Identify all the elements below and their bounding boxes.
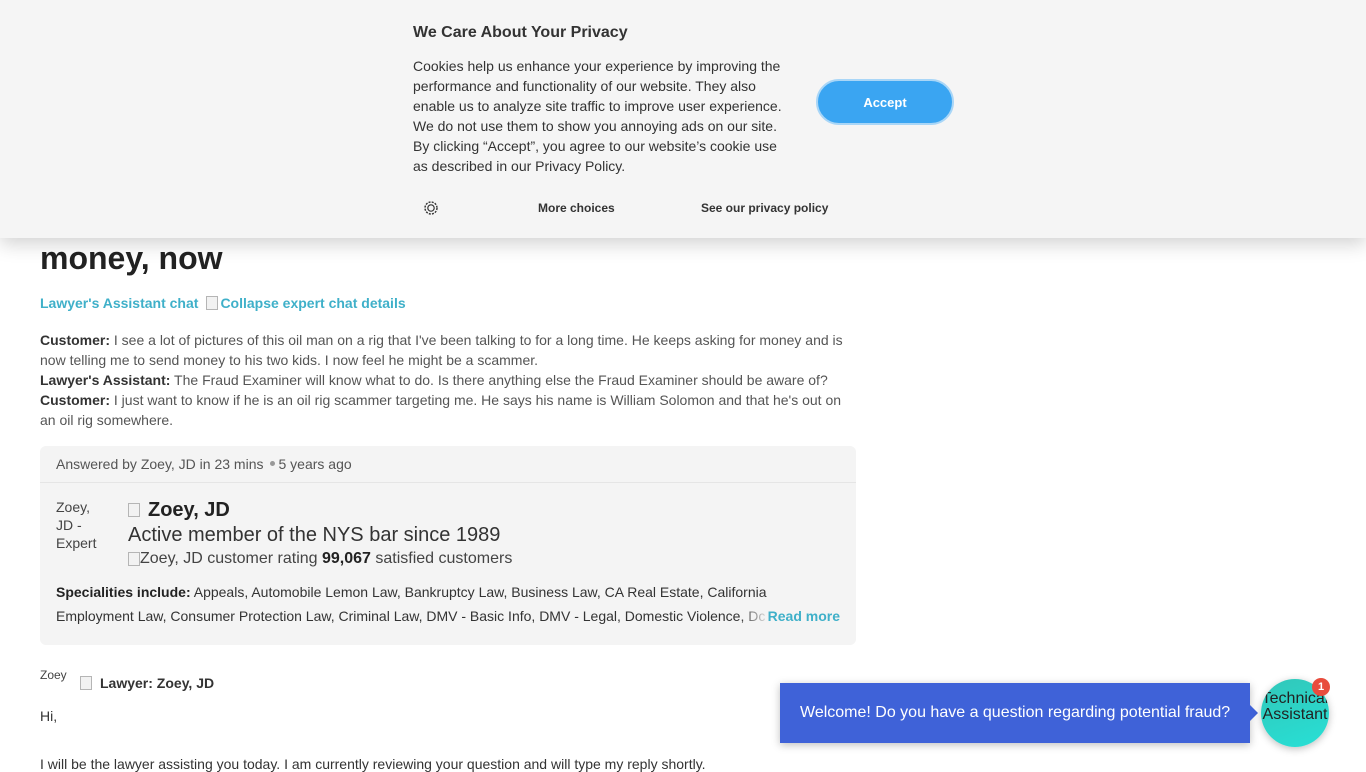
lawyer-greeting: Hi, (40, 708, 58, 724)
privacy-policy-link[interactable]: See our privacy policy (701, 201, 828, 215)
rating-stars-icon (128, 551, 140, 566)
speaker-label: Customer: (40, 332, 111, 348)
lawyer-label-row: Lawyer: Zoey, JD (80, 675, 214, 691)
answered-by: Answered by Zoey, JD in 23 mins (56, 456, 264, 472)
accept-button[interactable]: Accept (816, 79, 954, 125)
expert-name-row: Zoey, JD (128, 498, 512, 522)
transcript-line: Customer: I see a lot of pictures of thi… (40, 330, 850, 370)
message-text: I just want to know if he is an oil rig … (40, 392, 842, 428)
chat-links: Lawyer's Assistant chat Collapse expert … (40, 295, 406, 311)
chat-welcome-bubble[interactable]: Welcome! Do you have a question regardin… (780, 683, 1258, 743)
cookie-body: Cookies help us enhance your experience … (413, 58, 782, 174)
transcript-line: Lawyer's Assistant: The Fraud Examiner w… (40, 370, 850, 390)
notification-badge: 1 (1312, 678, 1330, 696)
specialities-label: Specialities include: (56, 584, 191, 600)
collapse-link-label: Collapse expert chat details (220, 295, 406, 311)
cookie-heading: We Care About Your Privacy (413, 24, 628, 41)
separator-dot (269, 461, 275, 466)
answer-card: Answered by Zoey, JD in 23 mins 5 years … (40, 446, 856, 645)
message-text: I see a lot of pictures of this oil man … (40, 332, 843, 368)
expert-avatar[interactable]: Zoey, JD - Expert (56, 498, 110, 556)
collapse-expert-chat-details-button[interactable]: Collapse expert chat details (206, 295, 406, 311)
page-title: money, now (40, 240, 223, 276)
verified-icon (128, 503, 140, 517)
cookie-banner: We Care About Your Privacy Cookies help … (0, 0, 1366, 238)
expert-name[interactable]: Zoey, JD (148, 498, 230, 522)
gear-icon[interactable] (423, 200, 439, 216)
speaker-label: Lawyer's Assistant: (40, 372, 171, 388)
more-choices-button[interactable]: More choices (538, 201, 615, 215)
read-more-link[interactable]: Read more (739, 604, 840, 628)
answer-header: Answered by Zoey, JD in 23 mins 5 years … (40, 446, 856, 483)
expert-tagline: Active member of the NYS bar since 1989 (128, 524, 501, 546)
chat-welcome-text: Welcome! Do you have a question regardin… (800, 704, 1231, 721)
rating-alt: Zoey, JD customer rating (140, 550, 318, 567)
lawyer-message-header: Zoey Lawyer: Zoey, JD (40, 668, 214, 698)
lawyer-message: I will be the lawyer assisting you today… (40, 756, 706, 772)
satisfied-count: 99,067 (322, 550, 371, 567)
message-text: The Fraud Examiner will know what to do.… (170, 372, 828, 388)
expert-profile: Zoey, JD - Expert Zoey, JD Active member… (56, 498, 512, 570)
lawyer-label: Lawyer: Zoey, JD (100, 675, 215, 691)
lawyers-assistant-chat-link[interactable]: Lawyer's Assistant chat (40, 295, 198, 311)
lawyer-badge-icon (80, 676, 92, 690)
lawyer-avatar: Zoey (40, 668, 67, 682)
broken-image-icon (206, 296, 219, 310)
expert-info: Zoey, JD Active member of the NYS bar si… (128, 498, 512, 570)
transcript-line: Customer: I just want to know if he is a… (40, 390, 850, 430)
specialities: Specialities include: Appeals, Automobil… (56, 580, 841, 628)
answer-age: 5 years ago (278, 456, 352, 472)
speaker-label: Customer: (40, 392, 111, 408)
chat-transcript: Customer: I see a lot of pictures of thi… (40, 330, 850, 430)
satisfied-label: satisfied customers (370, 550, 513, 567)
expert-rating: Zoey, JD customer rating 99,067 satisfie… (128, 548, 512, 570)
